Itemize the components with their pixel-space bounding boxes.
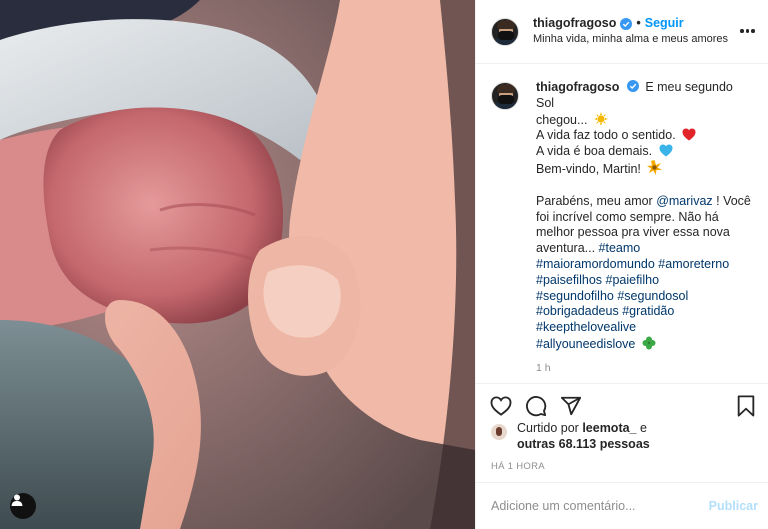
caption-line: ! Você	[712, 193, 751, 208]
hashtag-link[interactable]: #maioramordomundo	[536, 257, 655, 271]
hashtag-link[interactable]: #allyouneedislove	[536, 337, 635, 351]
caption-line: aventura...	[536, 241, 599, 256]
post-header: thiagofragoso • Seguir Minha vida, minha…	[476, 0, 768, 64]
caption-line: A vida faz todo o sentido.	[536, 128, 676, 143]
post-photo[interactable]	[0, 0, 475, 529]
publish-button[interactable]: Publicar	[709, 499, 758, 513]
baby-hand-photo	[0, 0, 475, 529]
follow-button[interactable]: Seguir	[645, 16, 684, 32]
mention-link[interactable]: @marivaz	[656, 194, 712, 208]
avatar[interactable]	[491, 82, 519, 110]
hashtag-link[interactable]: #obrigadadeus	[536, 304, 619, 318]
user-tag-icon[interactable]	[10, 493, 36, 519]
location-link[interactable]: Minha vida, minha alma e meus amores	[533, 33, 728, 47]
hashtag-link[interactable]: #amoreterno	[658, 257, 729, 271]
bookmark-icon[interactable]	[734, 394, 758, 418]
caption-username-link[interactable]: thiagofragoso	[536, 80, 619, 94]
avatar[interactable]	[491, 424, 507, 440]
caption-line: Parabéns, meu amor	[536, 193, 657, 208]
username-link[interactable]: thiagofragoso	[533, 16, 616, 32]
blue-heart-emoji-icon	[659, 144, 673, 157]
red-heart-emoji-icon	[682, 128, 696, 141]
comment-input[interactable]	[491, 499, 709, 513]
liker-username-link[interactable]: leemota_	[582, 421, 636, 435]
hashtag-link[interactable]: #paiefilho	[606, 273, 660, 287]
caption-line: melhor pessoa pra viver essa nova	[536, 225, 730, 240]
hashtag-link[interactable]: #gratidão	[622, 304, 674, 318]
instagram-post-modal: thiagofragoso • Seguir Minha vida, minha…	[0, 0, 768, 529]
hashtag-link[interactable]: #paisefilhos	[536, 273, 602, 287]
caption-line: Bem-vindo, Martin!	[536, 161, 641, 176]
comment-icon[interactable]	[524, 394, 548, 418]
hashtag-link[interactable]: #teamo	[599, 241, 641, 255]
hashtag-link[interactable]: #keepthelovealive	[536, 320, 636, 334]
sun-emoji-icon	[593, 111, 608, 126]
separator-dot: •	[636, 15, 641, 30]
post-date[interactable]: HÁ 1 HORA	[491, 461, 545, 472]
likes-summary: Curtido por leemota_ e outras 68.113 pes…	[491, 420, 650, 452]
sparkle-emoji-icon	[647, 159, 663, 175]
caption-text: thiagofragoso E meu segundo Sol chegou..…	[536, 80, 751, 529]
caption-line: foi incrível como sempre. Não há	[536, 209, 719, 224]
avatar[interactable]	[491, 17, 519, 46]
caption-line: A vida é boa demais.	[536, 144, 653, 159]
likes-prefix: Curtido por	[517, 421, 583, 435]
hashtag-link[interactable]: #segundosol	[617, 289, 688, 303]
caption-line: chegou...	[536, 112, 588, 127]
hashtag-link[interactable]: #segundofilho	[536, 289, 614, 303]
post-side-panel: thiagofragoso • Seguir Minha vida, minha…	[475, 0, 768, 529]
heart-icon[interactable]	[489, 394, 513, 418]
caption-time[interactable]: 1 h	[536, 361, 751, 377]
verified-badge-icon	[620, 17, 633, 30]
comment-form: Publicar	[476, 482, 768, 529]
more-options-icon[interactable]	[740, 24, 756, 38]
likes-count-link[interactable]: outras 68.113 pessoas	[517, 437, 650, 451]
likes-middle: e	[636, 421, 647, 435]
caption: thiagofragoso E meu segundo Sol chegou..…	[476, 64, 768, 529]
verified-badge-icon	[626, 80, 639, 92]
clover-emoji-icon	[642, 336, 656, 350]
send-icon[interactable]	[559, 394, 583, 418]
